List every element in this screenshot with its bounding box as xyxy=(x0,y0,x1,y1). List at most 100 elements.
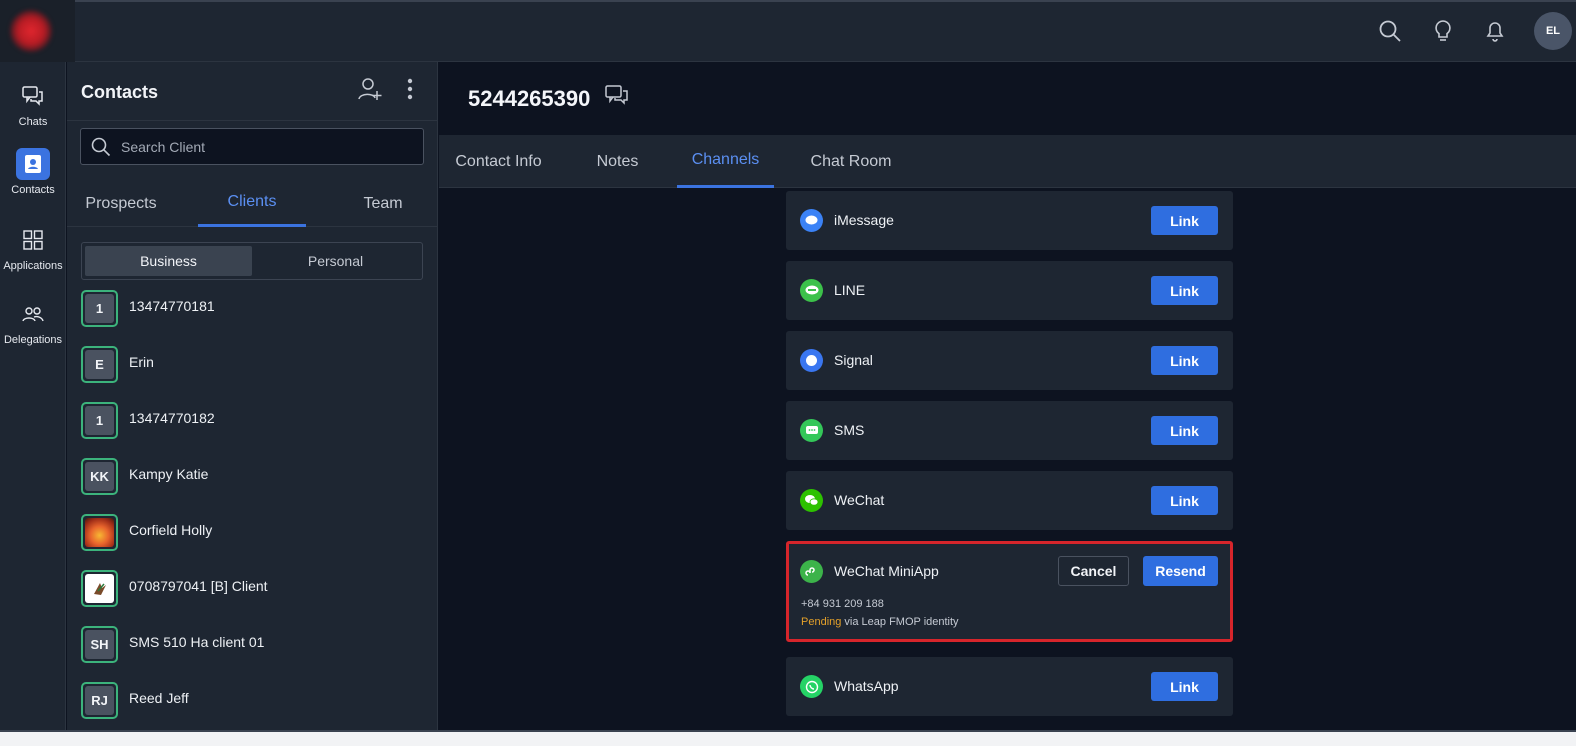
contact-name: Kampy Katie xyxy=(129,466,209,482)
contact-name: Erin xyxy=(129,354,154,370)
channel-row-whatsapp: WhatsApp Link xyxy=(786,657,1233,716)
avatar: E xyxy=(81,346,118,383)
more-options-icon[interactable] xyxy=(399,76,421,102)
link-button[interactable]: Link xyxy=(1151,346,1218,375)
people-icon xyxy=(16,298,50,330)
contact-row[interactable]: RJ Reed Jeff xyxy=(67,680,438,736)
nav-item-contacts[interactable]: Contacts xyxy=(0,148,66,196)
flower-photo-icon xyxy=(85,518,114,547)
link-button[interactable]: Link xyxy=(1151,486,1218,515)
divider xyxy=(67,120,438,121)
search-client-input[interactable] xyxy=(121,129,411,164)
business-personal-toggle: Business Personal xyxy=(81,242,423,280)
avatar: 1 xyxy=(81,290,118,327)
avatar: SH xyxy=(81,626,118,663)
channel-name: WhatsApp xyxy=(834,678,899,694)
avatar: RJ xyxy=(81,682,118,719)
channel-row-sms: SMS Link xyxy=(786,401,1233,460)
nav-item-delegations[interactable]: Delegations xyxy=(0,298,66,346)
channel-name: WeChat MiniApp xyxy=(834,563,939,579)
main-panel: 5244265390 Contact Info Notes Channels C… xyxy=(439,62,1576,730)
bottom-strip xyxy=(0,730,1576,746)
nav-item-applications[interactable]: Applications xyxy=(0,224,66,272)
contact-row[interactable]: 1 13474770182 xyxy=(67,400,438,456)
nav-item-chats[interactable]: Chats xyxy=(0,80,66,128)
channel-status: Pending via Leap FMOP identity xyxy=(801,616,959,628)
contacts-panel: Contacts Prospects Clients Team Business… xyxy=(67,62,438,730)
tab-prospects[interactable]: Prospects xyxy=(67,180,175,227)
link-button[interactable]: Link xyxy=(1151,276,1218,305)
channel-name: LINE xyxy=(834,282,866,298)
left-nav-rail: Chats Contacts Applications Delegations xyxy=(0,62,66,730)
link-button[interactable]: Link xyxy=(1151,672,1218,701)
contact-row[interactable]: E Erin xyxy=(67,344,438,400)
avatar xyxy=(81,514,118,551)
logo-icon xyxy=(10,10,52,52)
top-bar: EL xyxy=(0,0,1576,62)
grid-icon xyxy=(16,224,50,256)
whatsapp-icon xyxy=(800,675,823,698)
nav-label-delegations: Delegations xyxy=(3,334,63,346)
contact-name: 0708797041 [B] Client xyxy=(129,578,268,594)
sms-icon xyxy=(800,419,823,442)
contact-name: Reed Jeff xyxy=(129,690,189,706)
search-icon[interactable] xyxy=(1375,16,1405,46)
contact-name: 13474770182 xyxy=(129,410,215,426)
cancel-button[interactable]: Cancel xyxy=(1058,556,1129,586)
search-icon xyxy=(91,137,111,162)
channel-phone: +84 931 209 188 xyxy=(801,598,884,610)
contact-tabs: Prospects Clients Team xyxy=(67,180,438,227)
contact-row[interactable]: Corfield Holly xyxy=(67,512,438,568)
page-title: 5244265390 xyxy=(468,86,591,111)
bird-logo-icon xyxy=(85,574,114,603)
contact-row[interactable]: 1 13474770181 xyxy=(67,288,438,344)
link-button[interactable]: Link xyxy=(1151,416,1218,445)
tab-team[interactable]: Team xyxy=(329,180,437,227)
search-box xyxy=(80,128,424,165)
divider xyxy=(75,0,1576,2)
channel-name: SMS xyxy=(834,422,865,438)
channel-row-wechat: WeChat Link xyxy=(786,471,1233,530)
app-logo[interactable] xyxy=(0,0,75,62)
nav-label-contacts: Contacts xyxy=(11,184,55,196)
status-badge: Pending xyxy=(801,616,842,628)
channel-row-signal: Signal Link xyxy=(786,331,1233,390)
contact-row[interactable]: 0708797041 [B] Client xyxy=(67,568,438,624)
signal-icon xyxy=(800,349,823,372)
contact-row[interactable]: SH SMS 510 Ha client 01 xyxy=(67,624,438,680)
line-icon xyxy=(800,279,823,302)
contact-name: 13474770181 xyxy=(129,298,215,314)
avatar: 1 xyxy=(81,402,118,439)
resend-button[interactable]: Resend xyxy=(1143,556,1218,586)
channel-row-imessage: iMessage Link xyxy=(786,191,1233,250)
main-tabs: Contact Info Notes Channels Chat Room xyxy=(439,135,1576,188)
tab-contact-info[interactable]: Contact Info xyxy=(439,135,558,188)
toggle-personal[interactable]: Personal xyxy=(252,246,419,276)
contact-row[interactable]: KK Kampy Katie xyxy=(67,456,438,512)
channel-name: WeChat xyxy=(834,492,885,508)
channel-name: iMessage xyxy=(834,212,894,228)
avatar xyxy=(81,570,118,607)
nav-label-chats: Chats xyxy=(18,116,48,128)
channel-name: Signal xyxy=(834,352,873,368)
tab-clients[interactable]: Clients xyxy=(198,180,306,227)
add-contact-icon[interactable] xyxy=(357,76,383,102)
contacts-title: Contacts xyxy=(81,82,159,102)
chat-icon[interactable] xyxy=(605,84,629,111)
tab-channels[interactable]: Channels xyxy=(677,135,774,188)
channel-row-line: LINE Link xyxy=(786,261,1233,320)
tab-chat-room[interactable]: Chat Room xyxy=(795,135,907,188)
user-avatar[interactable]: EL xyxy=(1534,12,1572,50)
contact-card-icon xyxy=(16,148,50,180)
imessage-icon xyxy=(800,209,823,232)
toggle-business[interactable]: Business xyxy=(85,246,252,276)
chat-bubbles-icon xyxy=(16,80,50,112)
lightbulb-icon[interactable] xyxy=(1428,16,1458,46)
status-detail: via Leap FMOP identity xyxy=(841,616,959,628)
contact-name: SMS 510 Ha client 01 xyxy=(129,634,265,650)
contact-name: Corfield Holly xyxy=(129,522,213,538)
tab-notes[interactable]: Notes xyxy=(579,135,656,188)
link-button[interactable]: Link xyxy=(1151,206,1218,235)
wechat-icon xyxy=(800,489,823,512)
bell-icon[interactable] xyxy=(1480,16,1510,46)
